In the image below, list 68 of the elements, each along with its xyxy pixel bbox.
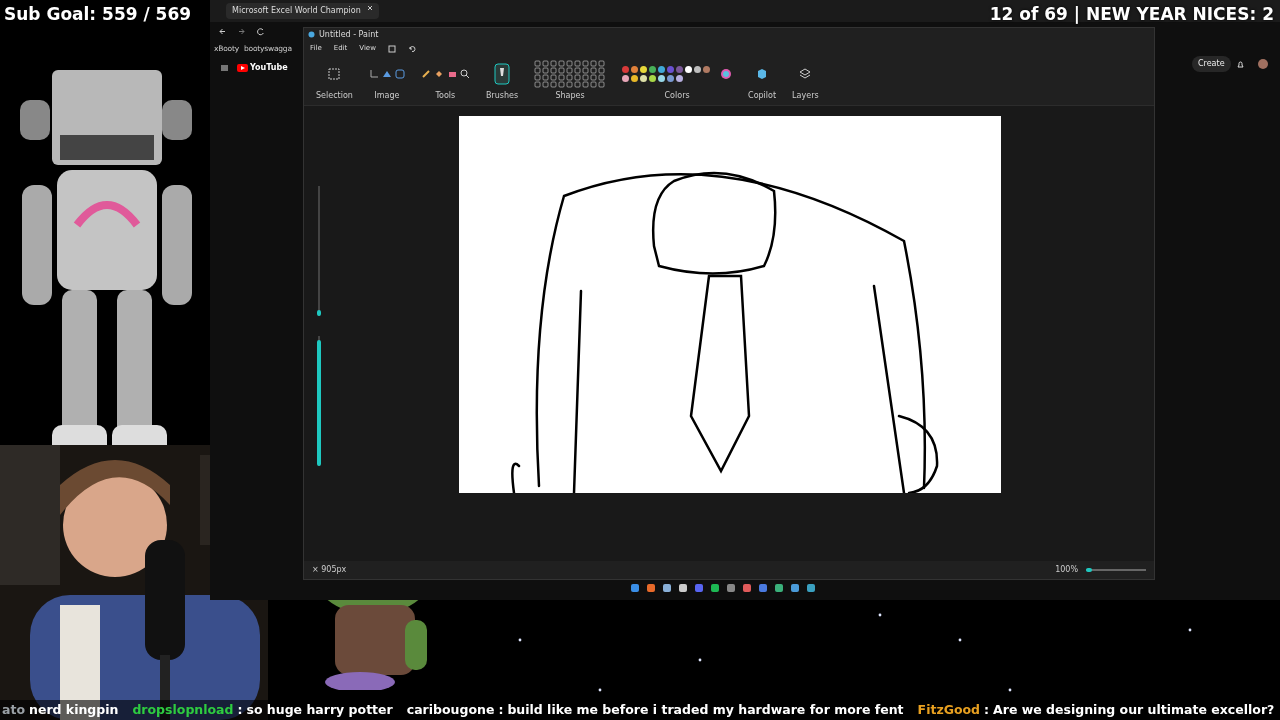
layers-icon[interactable]	[799, 68, 812, 80]
color-swatch[interactable]	[631, 66, 639, 73]
avatar-icon[interactable]	[1258, 59, 1268, 69]
drawing-canvas[interactable]	[459, 116, 1001, 493]
chat-username: ato	[2, 700, 25, 719]
chat-colon: :	[237, 700, 243, 719]
color-swatch[interactable]	[667, 66, 675, 73]
group-label: Brushes	[485, 90, 519, 102]
group-label: Shapes	[555, 90, 585, 102]
site-logo-text[interactable]: YouTube	[250, 62, 288, 74]
slider-fill[interactable]	[317, 309, 321, 316]
zoom-level-text[interactable]: 100%	[1055, 564, 1078, 576]
menu-icon[interactable]	[220, 64, 229, 72]
brush-icon[interactable]	[493, 63, 510, 85]
color-swatch[interactable]	[667, 75, 675, 82]
reload-icon[interactable]	[256, 26, 265, 36]
color-swatch[interactable]	[703, 66, 711, 73]
play-logo-icon	[237, 64, 248, 72]
selection-icon[interactable]	[328, 68, 341, 80]
slider-fill[interactable]	[317, 339, 321, 466]
color-swatch[interactable]	[658, 66, 666, 73]
nices-counter: 12 of 69 | NEW YEAR NICES: 2	[989, 3, 1274, 26]
chat-colon: :	[984, 700, 990, 719]
paint-app-icon	[308, 31, 315, 38]
color-swatch[interactable]	[649, 66, 657, 73]
chat-username: caribougone	[406, 700, 495, 719]
window-title: Untitled - Paint	[319, 28, 379, 41]
chat-colon: :	[498, 700, 504, 719]
browser-tab[interactable]: Microsoft Excel World Champion	[226, 3, 379, 19]
color-swatch[interactable]	[622, 75, 630, 82]
group-label: Image	[374, 90, 400, 102]
color-swatch[interactable]	[640, 75, 648, 82]
group-label: Layers	[792, 90, 819, 102]
back-icon[interactable]	[218, 26, 227, 36]
undo-icon[interactable]	[407, 44, 416, 53]
shapes-gallery-icon[interactable]	[534, 60, 607, 88]
color-swatch[interactable]	[631, 75, 639, 82]
group-label: Colors	[664, 90, 690, 102]
chat-message: build like me before i traded my hardware for more fent	[507, 700, 904, 719]
chat-message: so huge harry potter	[246, 700, 393, 719]
chat-username: FitzGood	[917, 700, 981, 719]
create-button[interactable]: Create	[1192, 56, 1231, 72]
color-swatch[interactable]	[676, 66, 684, 73]
eraser-icon[interactable]	[446, 69, 457, 79]
group-label: Tools	[435, 90, 456, 102]
color-swatch[interactable]	[658, 75, 666, 82]
save-icon[interactable]	[387, 44, 396, 53]
color-swatch[interactable]	[622, 66, 630, 73]
magnifier-icon[interactable]	[459, 69, 470, 79]
color-swatch[interactable]	[640, 66, 648, 73]
chat-message: nerd kingpin	[29, 700, 119, 719]
sub-goal-counter: Sub Goal: 559 / 569	[4, 3, 192, 26]
color-swatch[interactable]	[685, 66, 693, 73]
chat-username: dropslopnload	[132, 700, 234, 719]
color-swatch[interactable]	[649, 75, 657, 82]
crop-icon[interactable]	[368, 69, 379, 79]
pencil-icon[interactable]	[420, 69, 431, 79]
group-label: Selection	[316, 90, 353, 102]
canvas-size-text: × 905px	[312, 564, 347, 576]
close-icon[interactable]	[366, 5, 373, 11]
color-wheel-icon[interactable]	[720, 68, 733, 80]
zoom-slider-fill[interactable]	[1086, 568, 1092, 572]
group-label: Copilot	[748, 90, 777, 102]
bell-icon[interactable]	[1236, 60, 1245, 69]
color-swatch[interactable]	[676, 75, 684, 82]
forward-icon[interactable]	[237, 26, 246, 36]
chat-message: Are we designing our ultimate excellor?	[993, 700, 1275, 719]
color-swatch[interactable]	[694, 66, 702, 73]
